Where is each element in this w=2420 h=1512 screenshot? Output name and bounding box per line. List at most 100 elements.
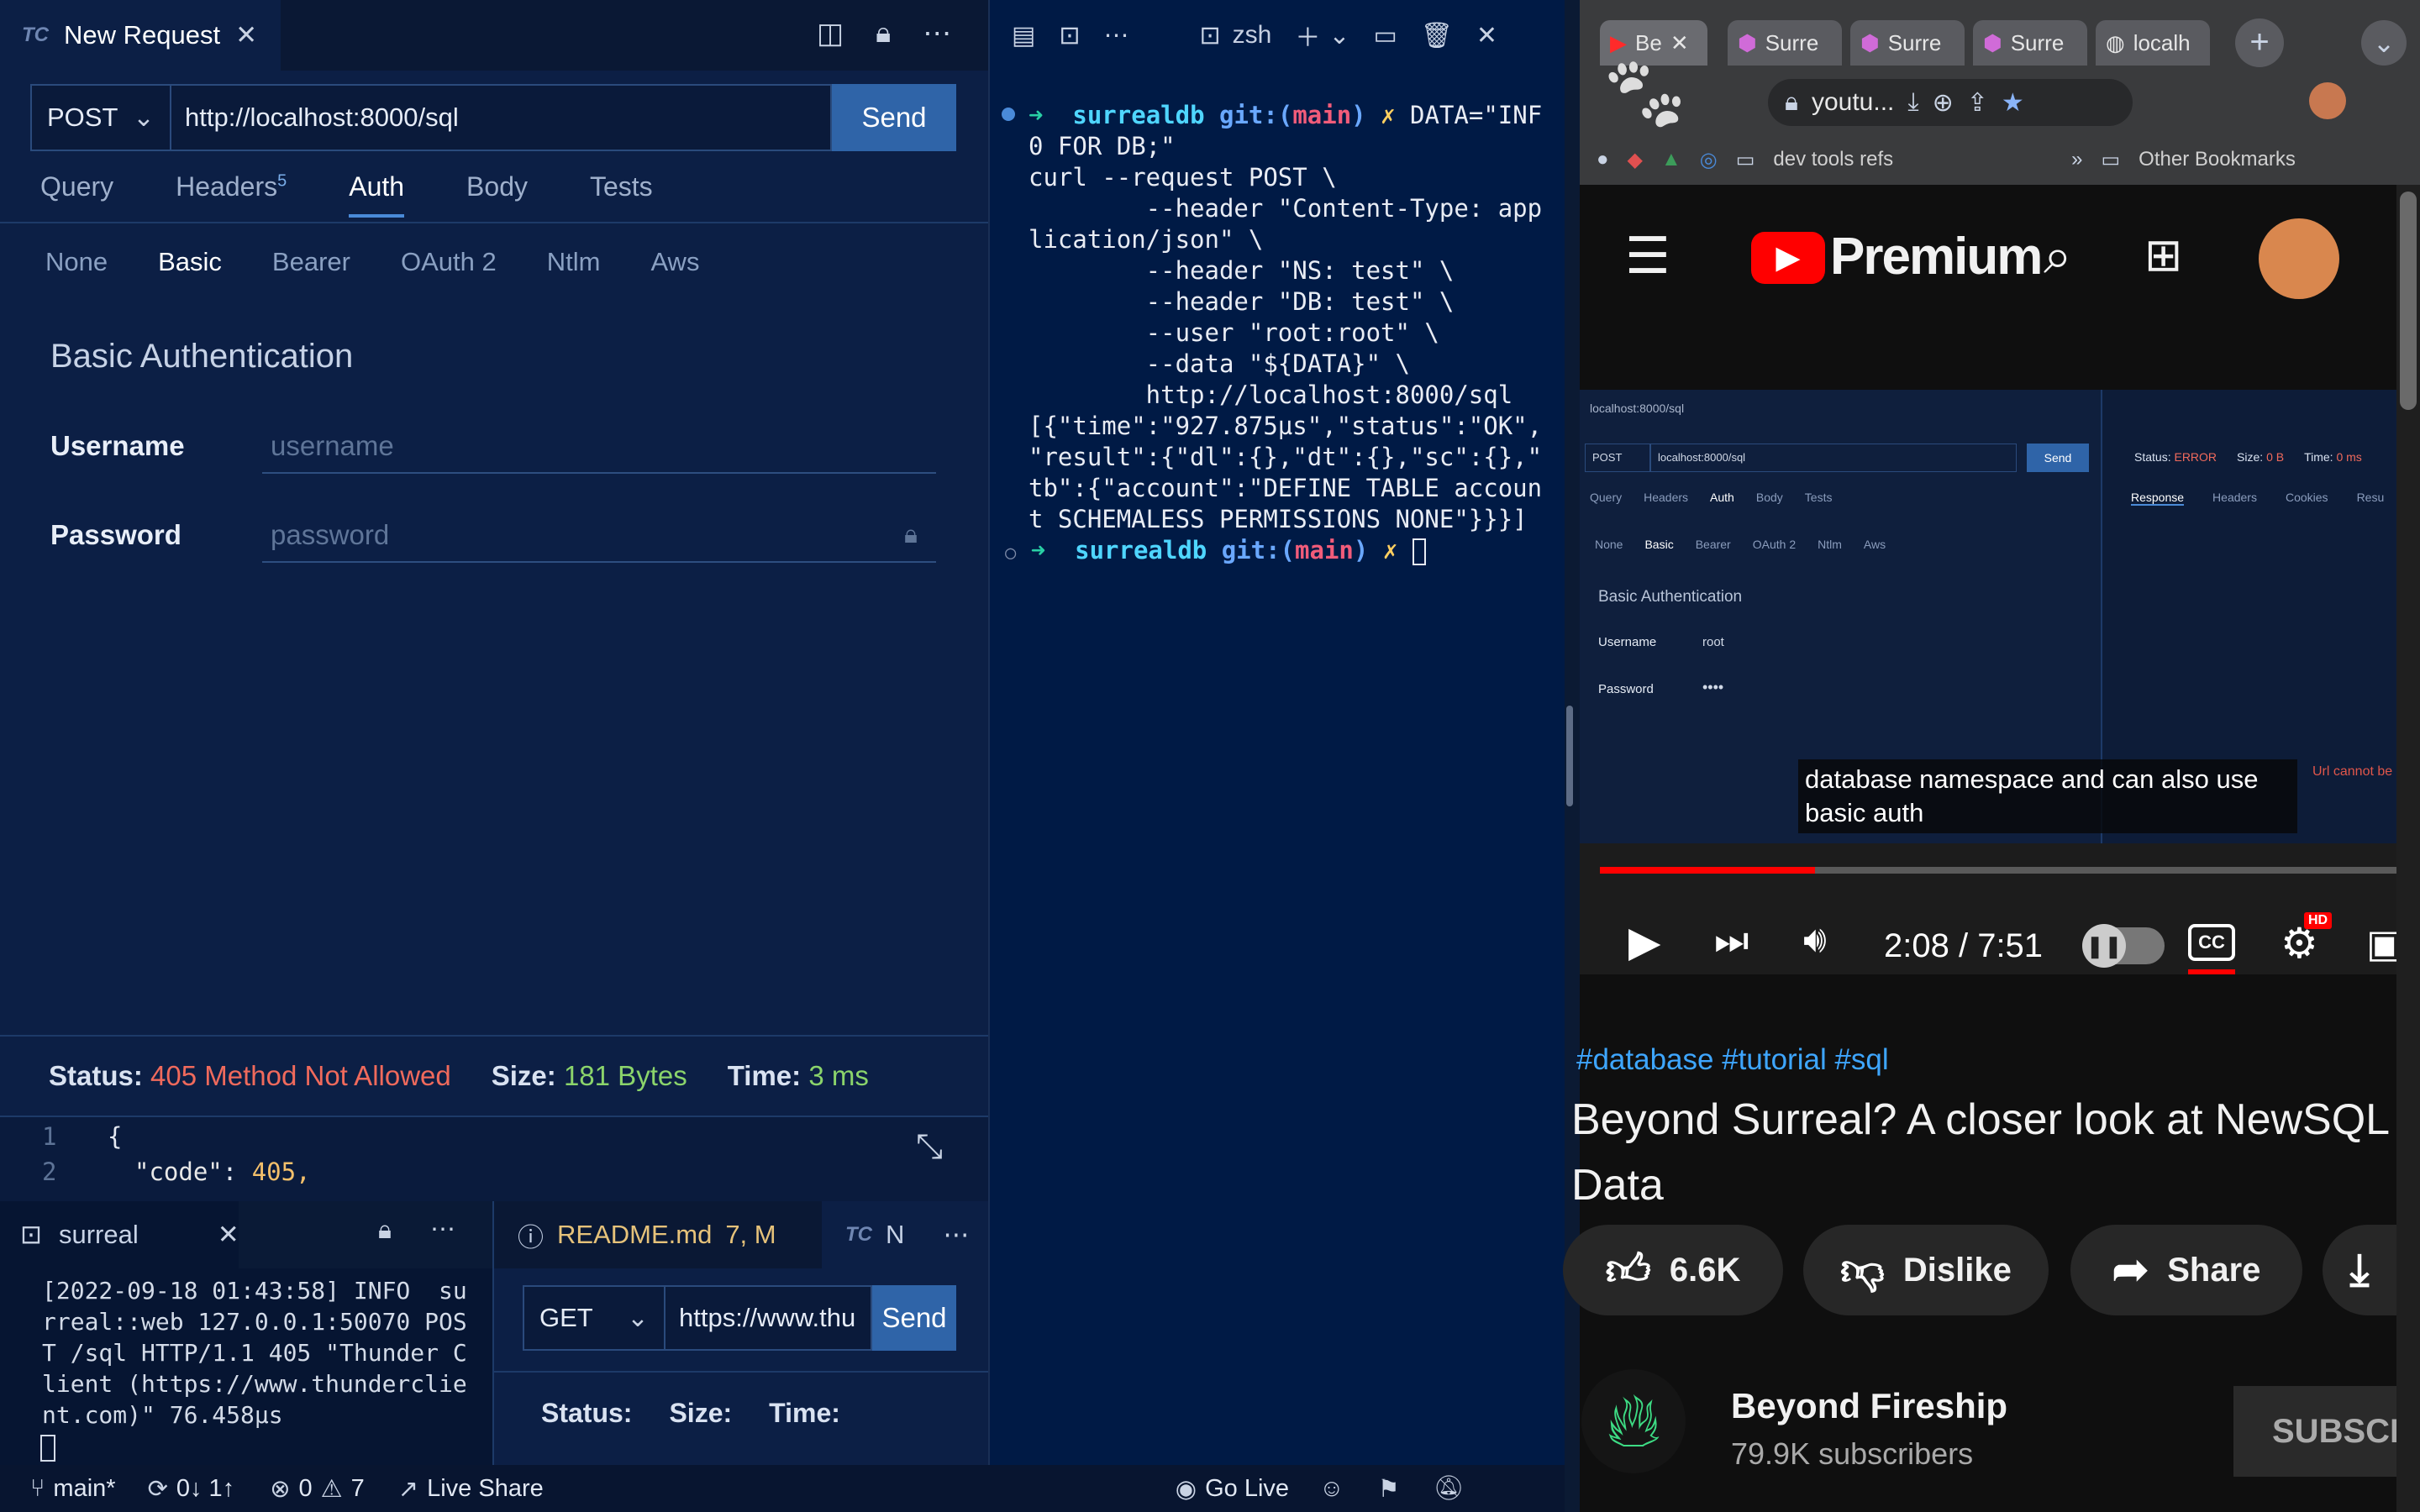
trash-icon[interactable]: 🗑︎ bbox=[1421, 21, 1453, 50]
chrome-icon[interactable]: ◎ bbox=[1700, 148, 1718, 172]
cc-icon[interactable]: CC bbox=[2188, 924, 2235, 961]
share-icon[interactable]: ⇪ bbox=[1967, 88, 1988, 118]
copilot-icon[interactable]: ☺ bbox=[1319, 1475, 1344, 1503]
scroll-thumb[interactable] bbox=[2400, 192, 2417, 410]
go-live-button[interactable]: ◉ Go Live bbox=[1176, 1474, 1289, 1504]
terminal-tabbar: ▤ ⊡ ⋯ ⊡ zsh ＋ ⌄ ▭ 🗑︎ ✕ bbox=[988, 0, 1565, 71]
username-field[interactable]: username bbox=[262, 420, 936, 474]
inner-resp-tab: Headers bbox=[2212, 491, 2257, 504]
more-icon[interactable]: ⋯ bbox=[923, 17, 951, 50]
response-editor[interactable]: 1 { 2 "code": 405, ⤡ bbox=[0, 1117, 988, 1201]
extension-icon[interactable]: ◆ bbox=[1628, 148, 1643, 172]
split-editor-icon[interactable]: ◫ bbox=[817, 17, 844, 50]
url-input[interactable]: https://www.thu bbox=[666, 1285, 872, 1351]
menu-icon[interactable]: ☰ bbox=[1625, 227, 1670, 286]
terminal-output[interactable]: ➜ surrealdb git:(main) ✗ DATA="INF 0 FOR… bbox=[1028, 69, 1549, 535]
inner-auth: None bbox=[1595, 538, 1623, 551]
more-icon[interactable]: ⋯ bbox=[1104, 21, 1129, 50]
create-video-icon[interactable]: ⊞ bbox=[2144, 228, 2182, 281]
close-icon[interactable]: ✕ bbox=[218, 1220, 239, 1250]
other-bookmarks[interactable]: Other Bookmarks bbox=[2139, 148, 2296, 171]
play-icon[interactable]: ▶ bbox=[1628, 917, 1660, 966]
bookmark-folder[interactable]: dev tools refs bbox=[1773, 148, 1893, 171]
terminal-tab-label[interactable]: zsh bbox=[1233, 21, 1272, 50]
profile-avatar[interactable] bbox=[2309, 82, 2346, 119]
inner-tab: Tests bbox=[1804, 491, 1833, 504]
tab-readme[interactable]: ⓘ README.md 7, M bbox=[494, 1201, 822, 1268]
branch-indicator[interactable]: ⑂ main* bbox=[30, 1475, 116, 1503]
problems-indicator[interactable]: ⊗ 0 ⚠ 7 bbox=[270, 1474, 365, 1504]
dislike-button[interactable]: 👎︎ Dislike bbox=[1803, 1225, 2049, 1315]
auth-oauth2[interactable]: OAuth 2 bbox=[401, 247, 497, 277]
like-button[interactable]: 👍︎ 6.6K bbox=[1563, 1225, 1783, 1315]
sync-indicator[interactable]: ⟳ 0↓ 1↑ bbox=[148, 1474, 235, 1504]
browser-tab[interactable]: ⬢ Surre bbox=[1850, 20, 1965, 66]
plus-icon[interactable]: ＋ bbox=[1295, 17, 1320, 54]
address-bar[interactable]: 🔒︎ youtu... ⤓ ⊕ ⇪ ★ bbox=[1768, 79, 2133, 126]
terminal-icon[interactable]: ⊡ bbox=[1059, 21, 1080, 50]
tab-auth[interactable]: Auth bbox=[349, 171, 405, 218]
volume-icon[interactable]: 🔊︎ bbox=[1803, 919, 1827, 961]
live-share-button[interactable]: ↗ Live Share bbox=[398, 1474, 544, 1504]
feedback-icon[interactable]: ⚑ bbox=[1378, 1474, 1400, 1504]
method-select[interactable]: GET ⌄ bbox=[523, 1285, 666, 1351]
inner-tab: Headers bbox=[1644, 491, 1689, 504]
share-button[interactable]: ➦ Share bbox=[2070, 1225, 2302, 1315]
more-icon[interactable]: ⋯ bbox=[430, 1215, 455, 1244]
tab-headers[interactable]: Headers5 bbox=[176, 171, 287, 218]
install-icon[interactable]: ⤓ bbox=[1907, 88, 1918, 117]
browser-tab[interactable]: ⬢ Surre bbox=[1728, 20, 1842, 66]
scroll-handle[interactable] bbox=[1566, 706, 1573, 806]
hashtags[interactable]: #database #tutorial #sql bbox=[1576, 1043, 1889, 1077]
time-label: Time: bbox=[727, 1060, 802, 1091]
password-field[interactable]: password bbox=[262, 509, 936, 563]
close-icon[interactable]: ✕ bbox=[1476, 21, 1497, 50]
expand-icon[interactable]: ⤡ bbox=[916, 1127, 943, 1166]
auth-bearer[interactable]: Bearer bbox=[272, 247, 350, 277]
lock-icon[interactable]: 🔒︎ bbox=[876, 17, 891, 50]
tab-new-request[interactable]: TC New Request ✕ bbox=[0, 0, 281, 71]
tab-tests[interactable]: Tests bbox=[590, 171, 653, 218]
tab-query[interactable]: Query bbox=[40, 171, 113, 218]
split-icon[interactable]: ▭ bbox=[1373, 21, 1397, 50]
star-icon[interactable]: ★ bbox=[2002, 88, 2024, 118]
browser-tab[interactable]: ◍ localh bbox=[2096, 20, 2210, 66]
auth-basic[interactable]: Basic bbox=[158, 247, 222, 277]
terminal-tab-surreal[interactable]: ⊡ surreal ✕ bbox=[0, 1201, 239, 1268]
video-player[interactable]: localhost:8000/sql POST localhost:8000/s… bbox=[1580, 390, 2402, 974]
send-button[interactable]: Send bbox=[832, 84, 956, 151]
more-icon[interactable]: ⋯ bbox=[943, 1220, 969, 1250]
next-icon[interactable]: ⏭︎ bbox=[1714, 917, 1749, 964]
zoom-icon[interactable]: ⊕ bbox=[1933, 88, 1954, 118]
tab-body[interactable]: Body bbox=[466, 171, 528, 218]
auth-ntlm[interactable]: Ntlm bbox=[547, 247, 601, 277]
subscribe-button[interactable]: SUBSCR bbox=[2233, 1386, 2396, 1477]
github-icon[interactable]: ● bbox=[1597, 148, 1609, 171]
auth-aws[interactable]: Aws bbox=[650, 247, 699, 277]
method-select[interactable]: POST ⌄ bbox=[30, 84, 171, 151]
browser-tab[interactable]: ⬢ Surre bbox=[1973, 20, 2087, 66]
chevron-down-icon: ⌄ bbox=[133, 102, 155, 132]
auth-none[interactable]: None bbox=[45, 247, 108, 277]
line-number: 2 bbox=[42, 1158, 57, 1186]
channel-avatar[interactable]: 🔥︎ bbox=[1581, 1369, 1686, 1473]
chevron-down-icon[interactable]: ⌄ bbox=[2361, 20, 2407, 66]
prompt-circle-icon: ○ bbox=[1005, 543, 1017, 564]
lock-icon[interactable]: 🔒︎ bbox=[378, 1216, 392, 1245]
youtube-logo-icon[interactable]: ▶ bbox=[1751, 232, 1825, 284]
notifications-off-icon[interactable]: 🔕︎ bbox=[1434, 1474, 1465, 1503]
chevron-down-icon[interactable]: ⌄ bbox=[1328, 21, 1349, 50]
tab-thunder-request[interactable]: TC N ⋯ bbox=[822, 1201, 988, 1268]
avatar[interactable] bbox=[2259, 218, 2339, 299]
new-tab-icon[interactable]: + bbox=[2235, 18, 2284, 67]
channel-name[interactable]: Beyond Fireship bbox=[1731, 1386, 2007, 1426]
dislike-label: Dislike bbox=[1902, 1251, 2012, 1289]
send-button[interactable]: Send bbox=[872, 1285, 956, 1351]
close-icon[interactable]: ✕ bbox=[235, 20, 257, 50]
size-value: 181 Bytes bbox=[563, 1060, 687, 1091]
notebook-icon[interactable]: ▤ bbox=[1012, 21, 1035, 50]
url-input[interactable]: http://localhost:8000/sql bbox=[171, 84, 832, 151]
chevron-right-icon[interactable]: » bbox=[2071, 148, 2082, 171]
search-icon[interactable]: ⌕ bbox=[2044, 227, 2072, 286]
drive-icon[interactable]: ▲ bbox=[1661, 148, 1681, 171]
